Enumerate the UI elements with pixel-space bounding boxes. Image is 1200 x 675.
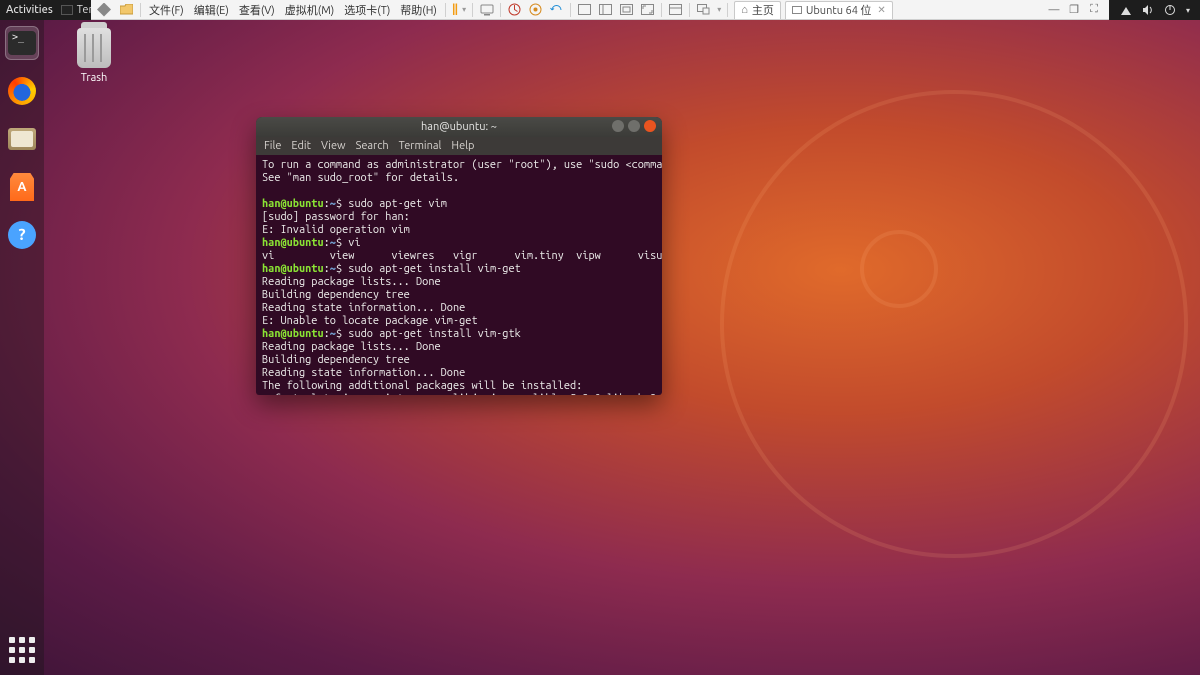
network-icon: [1120, 4, 1132, 16]
software-icon: [10, 173, 34, 201]
chevron-down-icon[interactable]: ▾: [717, 5, 721, 14]
chevron-down-icon[interactable]: ▾: [462, 5, 466, 14]
terminal-title: han@ubuntu: ~: [421, 121, 497, 133]
chevron-down-icon: ▾: [1186, 6, 1190, 15]
terminal-window[interactable]: han@ubuntu: ~ File Edit View Search Term…: [256, 117, 662, 395]
vm-menu-edit[interactable]: 编辑(E): [192, 2, 231, 18]
window-minimize-button[interactable]: [612, 120, 624, 132]
vm-tab-home[interactable]: ⌂ 主页: [734, 1, 781, 19]
revert-icon[interactable]: [549, 2, 564, 17]
terminal-menu-search[interactable]: Search: [356, 140, 389, 152]
window-minimize-button[interactable]: —: [1047, 3, 1061, 17]
ubuntu-top-panel-right[interactable]: ▾: [1109, 0, 1200, 20]
dock-show-applications[interactable]: [7, 635, 37, 665]
terminal-menu-edit[interactable]: Edit: [291, 140, 311, 152]
snapshot-icon[interactable]: [507, 2, 522, 17]
layout-3-icon[interactable]: [619, 2, 634, 17]
monitor-icon: [792, 6, 802, 14]
window-maximize-button[interactable]: [628, 120, 640, 132]
desktop-trash-label: Trash: [64, 72, 124, 84]
dock-files[interactable]: [5, 122, 39, 156]
unity-icon[interactable]: [668, 2, 683, 17]
dock-terminal[interactable]: [5, 26, 39, 60]
dock-help[interactable]: ?: [5, 218, 39, 252]
files-icon: [8, 128, 36, 150]
vm-host-toolbar: 文件(F) 编辑(E) 查看(V) 虚拟机(M) 选项卡(T) 帮助(H) | …: [91, 0, 1109, 20]
firefox-icon: [8, 77, 36, 105]
close-icon[interactable]: ✕: [877, 4, 885, 16]
terminal-menu-view[interactable]: View: [321, 140, 346, 152]
terminal-menu-terminal[interactable]: Terminal: [399, 140, 442, 152]
window-fullscreen-button[interactable]: ⛶: [1087, 3, 1101, 17]
window-restore-button[interactable]: ❐: [1067, 3, 1081, 17]
volume-icon: [1142, 4, 1154, 16]
fullscreen-icon[interactable]: [640, 2, 655, 17]
terminal-menu-file[interactable]: File: [264, 140, 281, 152]
terminal-titlebar[interactable]: han@ubuntu: ~: [256, 117, 662, 137]
trash-icon: [77, 28, 111, 68]
vm-tab-label: 主页: [752, 2, 774, 18]
dock-software[interactable]: [5, 170, 39, 204]
terminal-output[interactable]: To run a command as administrator (user …: [256, 155, 662, 395]
vm-tab-ubuntu[interactable]: Ubuntu 64 位 ✕: [785, 1, 893, 19]
vm-menu-tabs[interactable]: 选项卡(T): [342, 2, 392, 18]
power-icon: [1164, 4, 1176, 16]
send-ctrl-alt-del-icon[interactable]: [479, 2, 494, 17]
dock-firefox[interactable]: [5, 74, 39, 108]
terminal-menu-help[interactable]: Help: [451, 140, 474, 152]
vm-menu-bar: 文件(F) 编辑(E) 查看(V) 虚拟机(M) 选项卡(T) 帮助(H): [141, 0, 445, 19]
devices-icon[interactable]: [696, 2, 711, 17]
activities-button[interactable]: Activities: [6, 4, 53, 16]
home-icon: ⌂: [741, 4, 748, 16]
snapshot-manager-icon[interactable]: [528, 2, 543, 17]
ubuntu-dock: ?: [0, 20, 44, 675]
help-icon: ?: [8, 221, 36, 249]
vm-menu-help[interactable]: 帮助(H): [398, 2, 439, 18]
vm-menu-vm[interactable]: 虚拟机(M): [283, 2, 337, 18]
terminal-menubar: File Edit View Search Terminal Help: [256, 137, 662, 155]
vm-pause-icon[interactable]: | |: [452, 3, 456, 16]
vm-menu-view[interactable]: 查看(V): [237, 2, 277, 18]
terminal-icon: [8, 31, 36, 55]
folder-open-icon[interactable]: [119, 2, 134, 17]
layout-2-icon[interactable]: [598, 2, 613, 17]
vm-menu-file[interactable]: 文件(F): [147, 2, 186, 18]
vm-app-icon: [97, 3, 111, 17]
terminal-icon: [61, 5, 73, 15]
vm-tab-label: Ubuntu 64 位: [806, 2, 872, 18]
layout-1-icon[interactable]: [577, 2, 592, 17]
window-close-button[interactable]: [644, 120, 656, 132]
ubuntu-top-panel-left: Activities Ter…: [0, 0, 91, 20]
desktop-trash[interactable]: Trash: [64, 28, 124, 84]
